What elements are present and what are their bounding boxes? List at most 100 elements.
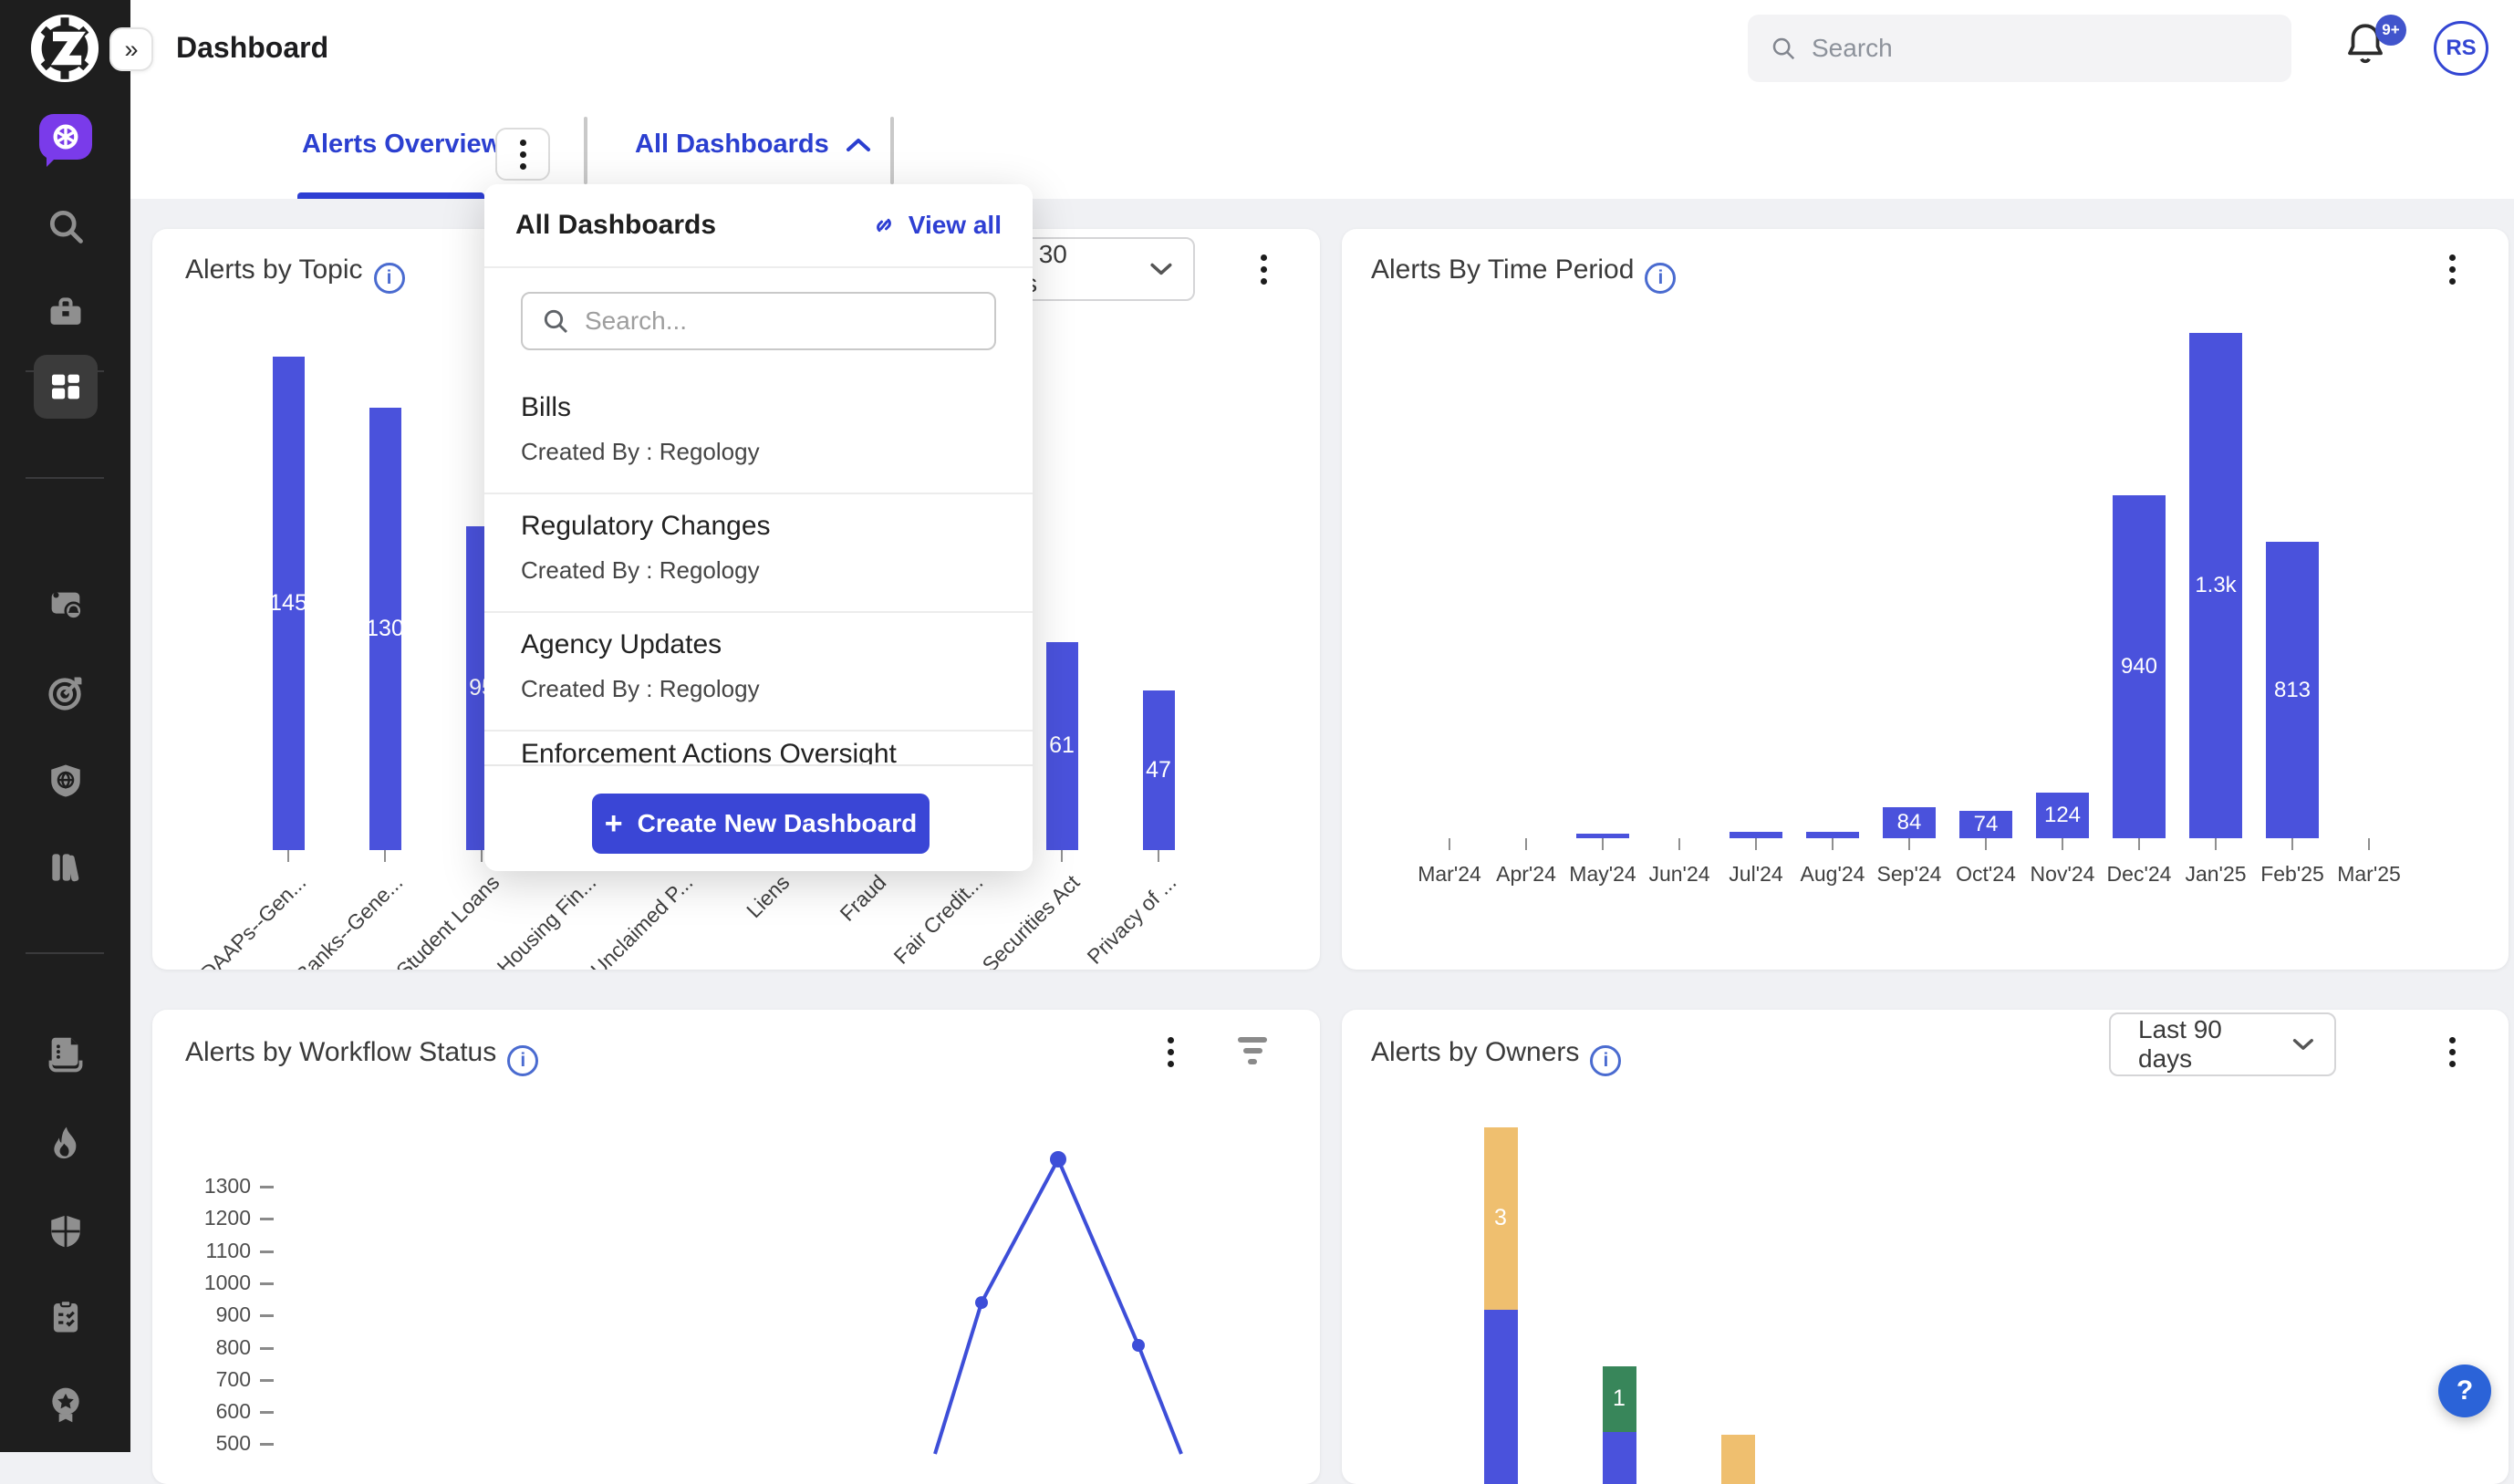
segment-value-label: 1 [1597, 1385, 1642, 1412]
sidebar-divider [26, 477, 104, 479]
x-tick [1755, 838, 1757, 850]
document-bell-icon [45, 584, 87, 626]
sidebar-item-dashboard[interactable] [0, 354, 130, 420]
sidebar-item-tasks[interactable] [0, 1283, 130, 1349]
flame-icon [46, 1123, 86, 1163]
owners-bar-2-segment-1: 1 [1603, 1366, 1636, 1432]
sidebar-item-risk[interactable] [0, 1110, 130, 1176]
sidebar-item-workspace[interactable] [0, 280, 130, 346]
x-category-label: Jan'25 [2177, 862, 2254, 887]
card-alerts-by-time-period: Alerts By Time Periodi Mar'24Apr'24May'2… [1342, 229, 2509, 970]
item-created-by: Created By : Regology [521, 675, 996, 703]
document-tray-icon [45, 1033, 87, 1074]
time-bar-Jul'24 [1730, 832, 1782, 838]
sidebar-divider [26, 952, 104, 954]
x-category-label: Sep'24 [1871, 862, 1948, 887]
workflow-data-point [1132, 1339, 1145, 1352]
clipboard-check-icon [47, 1297, 85, 1335]
global-search[interactable] [1748, 15, 2291, 82]
x-category-label: May'24 [1564, 862, 1641, 887]
list-divider [484, 730, 1033, 732]
time-bar-Jan'25: 1.3k [2189, 333, 2242, 838]
double-chevron-right-icon: » [124, 36, 138, 64]
target-icon [45, 672, 87, 714]
x-tick [1985, 838, 1987, 850]
topic-bar-1: 145 [273, 357, 305, 850]
dashboard-list-item-agency-updates[interactable]: Agency Updates Created By : Regology [484, 629, 1033, 703]
search-icon [541, 306, 570, 336]
x-tick [1525, 838, 1527, 850]
popover-search-input[interactable] [585, 306, 968, 336]
sidebar-item-filings[interactable] [0, 1021, 130, 1086]
x-tick [2291, 838, 2293, 850]
view-all-label: View all [909, 211, 1002, 240]
popover-footer: + Create New Dashboard [484, 764, 1033, 871]
x-tick [1678, 838, 1680, 850]
time-bar-Nov'24: 124 [2036, 793, 2089, 838]
tab-options-button[interactable] [495, 128, 550, 181]
x-tick [2215, 838, 2217, 850]
x-category-label: Apr'24 [1488, 862, 1564, 887]
workflow-data-point [1050, 1151, 1066, 1167]
library-icon [46, 847, 86, 887]
tab-alerts-overview[interactable]: Alerts Overview [302, 130, 502, 160]
sidebar-item-compliance[interactable] [0, 748, 130, 814]
user-avatar[interactable]: RS [2434, 21, 2488, 76]
time-bar-Sep'24: 84 [1883, 807, 1936, 838]
topic-bar-2: 130 [369, 408, 401, 850]
dashboard-list-item-regulatory-changes[interactable]: Regulatory Changes Created By : Regology [484, 511, 1033, 585]
bar-value-label: 61 [1037, 732, 1087, 759]
item-created-by: Created By : Regology [521, 556, 996, 585]
segment-value-label: 3 [1479, 1205, 1523, 1231]
expand-sidebar-button[interactable]: » [109, 27, 153, 71]
owners-bar-3-segment-1 [1721, 1435, 1755, 1484]
all-dashboards-dropdown-trigger[interactable]: All Dashboards [635, 130, 871, 160]
popover-search[interactable] [521, 292, 996, 350]
owners-bar-2-segment-2 [1603, 1432, 1636, 1484]
owners-bar-1-segment-2 [1484, 1310, 1518, 1484]
item-name: Regulatory Changes [521, 511, 996, 542]
card-alerts-by-workflow-status: Alerts by Workflow Statusi 1300120011001… [152, 1010, 1320, 1484]
x-tick [1061, 850, 1063, 862]
bar-value-label: 940 [2107, 654, 2171, 680]
notification-count-badge: 9+ [2375, 15, 2406, 46]
help-button[interactable]: ? [2438, 1365, 2491, 1417]
bar-value-label: 84 [1877, 810, 1941, 835]
x-category-label: Oct'24 [1948, 862, 2024, 887]
sidebar-item-library[interactable] [0, 835, 130, 900]
view-all-link[interactable]: View all [870, 211, 1002, 240]
sidebar-item-badge[interactable] [0, 1372, 130, 1437]
notifications-button[interactable]: 9+ [2343, 20, 2406, 84]
x-tick [2062, 838, 2063, 850]
tab-divider [584, 117, 587, 184]
x-category-label: Aug'24 [1794, 862, 1871, 887]
active-tab-underline [297, 192, 484, 199]
time-bar-Aug'24 [1806, 832, 1859, 838]
sidebar-item-alerts-inbox[interactable] [0, 572, 130, 638]
x-tick [1908, 838, 1910, 850]
x-category-label: UDAAPs--Gen... [152, 870, 311, 970]
dashboard-list-item-bills[interactable]: Bills Created By : Regology [484, 392, 1033, 466]
sidebar-item-security[interactable] [0, 1199, 130, 1264]
create-new-dashboard-button[interactable]: + Create New Dashboard [592, 794, 930, 854]
sidebar-item-assistant[interactable] [0, 104, 130, 170]
x-category-label: Nov'24 [2024, 862, 2101, 887]
x-category-label: Dec'24 [2101, 862, 2177, 887]
x-tick [1449, 838, 1450, 850]
time-bar-Oct'24: 74 [1959, 811, 2012, 838]
sidebar-item-search[interactable] [0, 193, 130, 259]
popover-header: All Dashboards View all [484, 184, 1033, 268]
page-title: Dashboard [176, 31, 328, 65]
x-category-label: Feb'25 [2254, 862, 2331, 887]
tab-divider [890, 117, 894, 184]
x-category-label: Jun'24 [1641, 862, 1718, 887]
search-input[interactable] [1812, 34, 2231, 63]
sidebar-item-goals[interactable] [0, 660, 130, 726]
bar-value-label: 47 [1134, 757, 1184, 784]
assistant-bubble-icon [39, 114, 92, 160]
all-dashboards-label: All Dashboards [635, 130, 829, 160]
card-alerts-by-owners: Alerts by Ownersi Last 90 days 31 [1342, 1010, 2509, 1484]
bar-value-label: 145 [264, 590, 314, 617]
x-tick [1158, 850, 1159, 862]
bar-value-label: 130 [360, 616, 410, 642]
